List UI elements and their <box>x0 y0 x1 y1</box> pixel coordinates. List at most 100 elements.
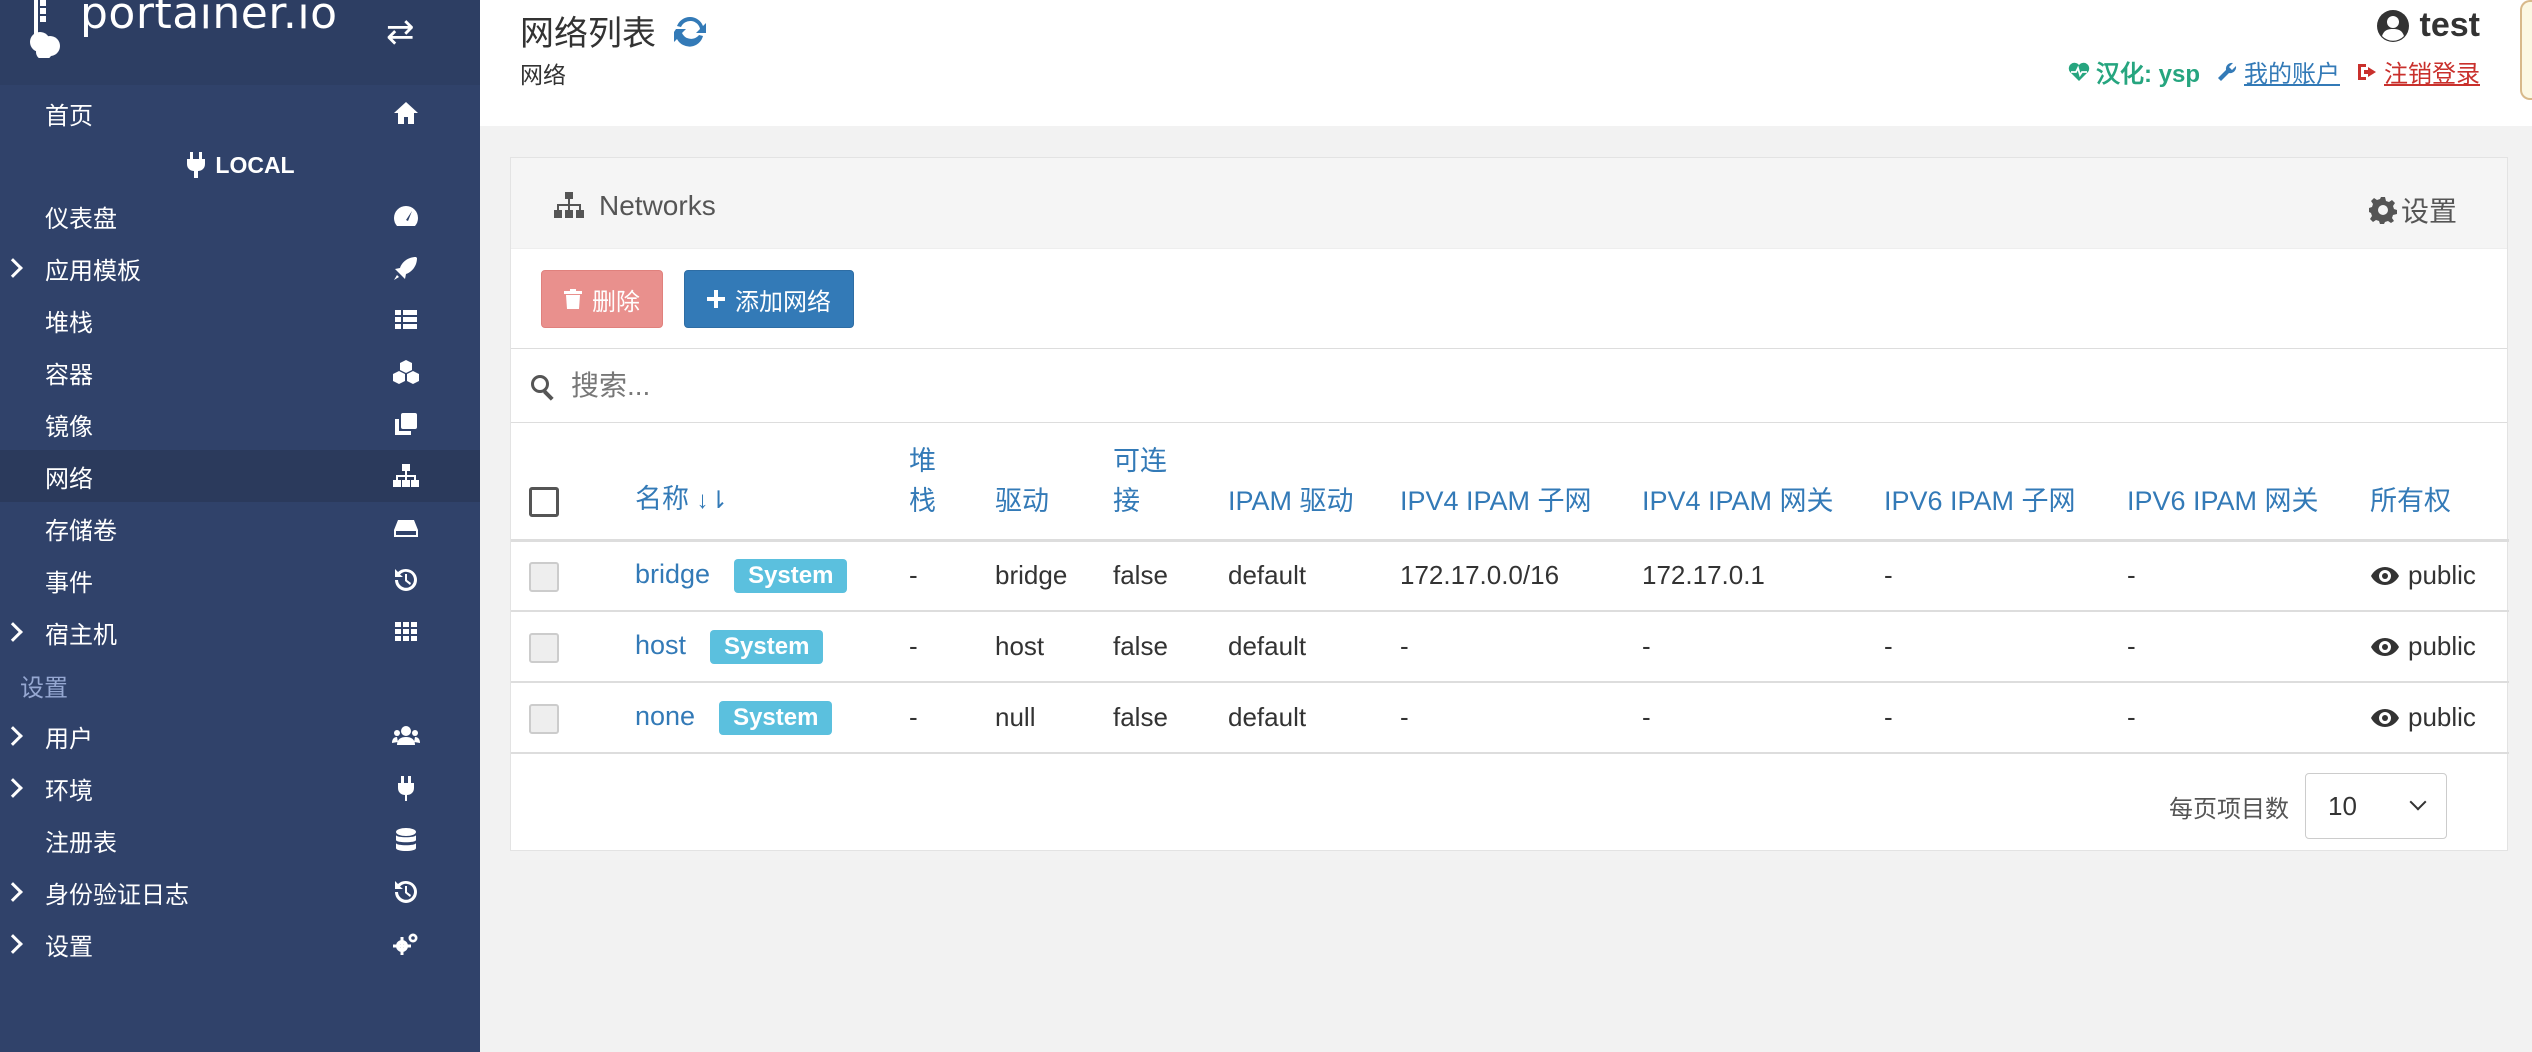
sidebar-toggle-icon[interactable]: ⇄ <box>386 12 415 52</box>
wrench-icon <box>2218 62 2237 81</box>
col-stack[interactable]: 堆栈 <box>909 424 995 542</box>
ownership-label: public <box>2408 560 2476 591</box>
sidebar-item-networks[interactable]: 网络 <box>0 450 480 502</box>
ysp-label: 汉化: ysp <box>2095 61 2200 88</box>
sidebar-item-label: 首页 <box>45 102 93 130</box>
sidebar-item-volumes[interactable]: 存储卷 <box>0 502 480 554</box>
col-ipam-driver[interactable]: IPAM 驱动 <box>1228 424 1400 542</box>
my-account-label: 我的账户 <box>2244 61 2340 88</box>
sidebar-item-home[interactable]: 首页 <box>0 87 480 139</box>
sidebar-item-users[interactable]: 用户 <box>0 710 480 762</box>
sidebar-item-stacks[interactable]: 堆栈 <box>0 294 480 346</box>
sidebar-item-label: 应用模板 <box>45 257 141 285</box>
cubes-icon <box>390 358 422 386</box>
sidebar-item-label: 注册表 <box>45 829 117 857</box>
col-ipv4-gateway[interactable]: IPV4 IPAM 网关 <box>1642 424 1884 542</box>
sidebar-item-registries[interactable]: 注册表 <box>0 814 480 866</box>
chevron-right-icon <box>3 622 23 642</box>
system-badge: System <box>719 700 833 735</box>
tachometer-icon <box>390 202 422 230</box>
users-icon <box>390 722 422 750</box>
ipv6-subnet-cell: - <box>1884 682 2127 754</box>
sidebar-item-environments[interactable]: 环境 <box>0 762 480 814</box>
row-checkbox[interactable] <box>529 632 559 663</box>
plug-icon <box>390 774 422 802</box>
logout-link[interactable]: 注销登录 <box>2356 54 2480 89</box>
sidebar-item-label: 堆栈 <box>45 309 93 337</box>
network-link[interactable]: none <box>635 701 695 731</box>
col-ownership[interactable]: 所有权 <box>2370 424 2509 542</box>
plug-icon <box>187 152 206 178</box>
ownership-cell: public <box>2370 540 2509 612</box>
col-ipv4-gateway-label: IPV4 IPAM 网关 <box>1642 485 1834 516</box>
sidebar-item-label: 设置 <box>45 933 93 961</box>
driver-cell: null <box>995 682 1113 754</box>
eye-icon <box>2371 708 2399 727</box>
sidebar-item-auth-logs[interactable]: 身份验证日志 <box>0 866 480 918</box>
ownership-cell: public <box>2370 682 2509 754</box>
brand-name[interactable]: portainer.io <box>80 0 338 39</box>
col-name[interactable]: 名称 ↓⇂ <box>635 424 909 542</box>
ipv4-subnet-cell: 172.17.0.0/16 <box>1400 540 1642 612</box>
sidebar-item-label: 身份验证日志 <box>45 881 189 909</box>
search-input[interactable] <box>571 363 2471 409</box>
network-link[interactable]: host <box>635 630 686 660</box>
ipv6-gateway-cell: - <box>2127 682 2370 754</box>
sidebar-item-label: 宿主机 <box>45 621 117 649</box>
col-attachable-label: 可连接 <box>1113 445 1167 516</box>
ipv6-gateway-cell: - <box>2127 540 2370 612</box>
ipv4-gateway-cell: - <box>1642 611 1884 683</box>
col-attachable[interactable]: 可连接 <box>1113 424 1228 542</box>
col-ipv6-gateway[interactable]: IPV6 IPAM 网关 <box>2127 424 2370 542</box>
sidebar-item-label: 网络 <box>45 465 93 493</box>
history-icon <box>390 566 422 594</box>
stack-cell: - <box>909 540 995 612</box>
sidebar-item-images[interactable]: 镜像 <box>0 398 480 450</box>
select-all-checkbox[interactable] <box>529 487 559 518</box>
eye-icon <box>2371 637 2399 656</box>
stack-cell: - <box>909 611 995 683</box>
sidebar-item-settings[interactable]: 设置 <box>0 918 480 970</box>
col-ipv4-subnet[interactable]: IPV4 IPAM 子网 <box>1400 424 1642 542</box>
name-cell: host System <box>635 611 909 683</box>
sidebar: portainer.io ⇄ 首页 LOCAL 仪表盘 应用模板 堆栈 容器 镜… <box>0 0 480 1052</box>
sidebar-item-dashboard[interactable]: 仪表盘 <box>0 190 480 242</box>
endpoint-name: LOCAL <box>0 140 480 190</box>
sidebar-item-app-templates[interactable]: 应用模板 <box>0 242 480 294</box>
panel-edge <box>2520 0 2532 100</box>
add-network-button[interactable]: 添加网络 <box>684 270 854 328</box>
col-ownership-label: 所有权 <box>2370 485 2451 516</box>
cogs-icon <box>390 930 422 958</box>
driver-cell: host <box>995 611 1113 683</box>
gear-icon <box>2368 197 2397 224</box>
chevron-down-icon <box>2409 793 2427 811</box>
ipam-driver-cell: default <box>1228 540 1400 612</box>
col-ipv6-subnet[interactable]: IPV6 IPAM 子网 <box>1884 424 2127 542</box>
sidebar-item-events[interactable]: 事件 <box>0 554 480 606</box>
widget-header: Networks 设置 <box>511 158 2507 249</box>
widget-title-text: Networks <box>599 190 716 221</box>
chevron-right-icon <box>3 934 23 954</box>
table-settings-button[interactable]: 设置 <box>2368 190 2457 230</box>
row-checkbox[interactable] <box>529 561 559 592</box>
col-driver[interactable]: 驱动 <box>995 424 1113 542</box>
sidebar-item-host[interactable]: 宿主机 <box>0 606 480 658</box>
sidebar-item-label: 仪表盘 <box>45 205 117 233</box>
sidebar-item-containers[interactable]: 容器 <box>0 346 480 398</box>
add-network-label: 添加网络 <box>735 288 831 316</box>
refresh-icon[interactable] <box>672 13 708 49</box>
chevron-right-icon <box>3 882 23 902</box>
my-account-link[interactable]: 我的账户 <box>2216 54 2340 89</box>
row-select-cell <box>511 540 635 612</box>
row-checkbox[interactable] <box>529 703 559 734</box>
col-ipv6-subnet-label: IPV6 IPAM 子网 <box>1884 485 2076 516</box>
delete-button[interactable]: 删除 <box>541 270 663 328</box>
endpoint-label: LOCAL <box>215 151 295 178</box>
ipv4-subnet-cell: - <box>1400 611 1642 683</box>
network-link[interactable]: bridge <box>635 559 710 589</box>
items-per-page-select[interactable]: 10 <box>2305 773 2447 839</box>
portainer-logo-icon <box>30 0 60 58</box>
heartbeat-icon <box>2068 62 2090 81</box>
items-per-page-label: 每页项目数 <box>2169 795 2289 823</box>
ysp-link[interactable]: 汉化: ysp <box>2068 54 2200 89</box>
